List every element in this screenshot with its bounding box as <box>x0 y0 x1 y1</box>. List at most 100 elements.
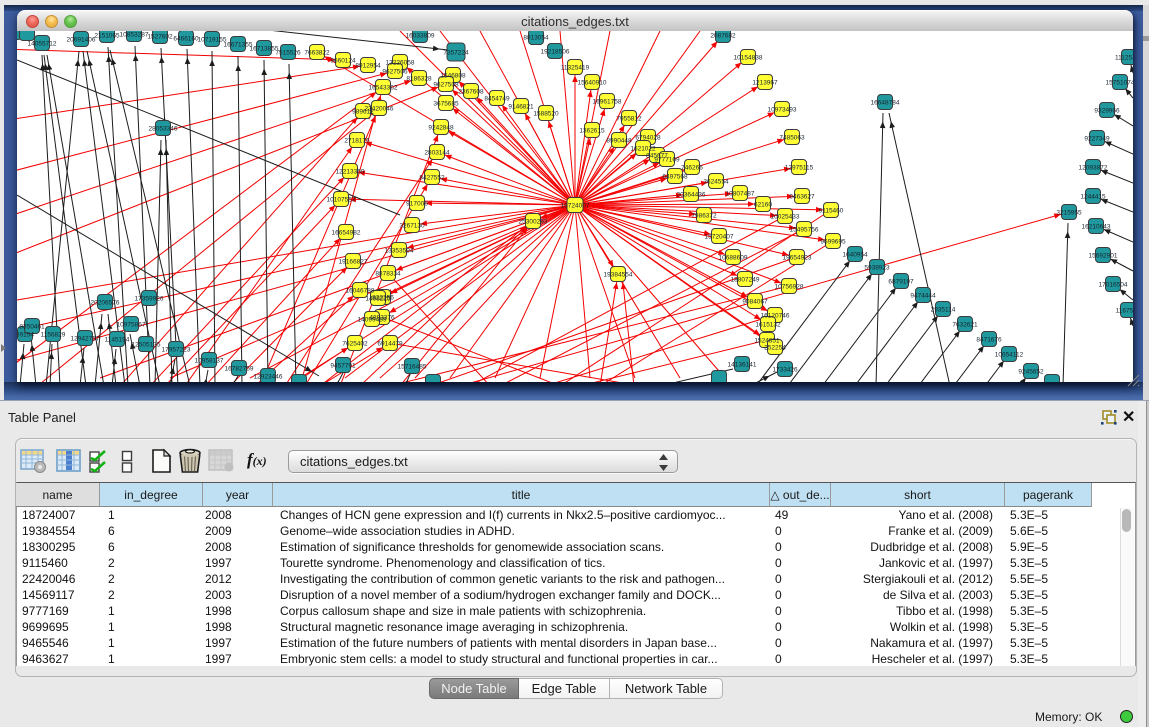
svg-text:9457791: 9457791 <box>330 363 356 370</box>
svg-text:2151065: 2151065 <box>94 33 120 40</box>
svg-text:6879197: 6879197 <box>888 279 914 286</box>
svg-text:9777169: 9777169 <box>654 157 680 164</box>
svg-text:917006: 917006 <box>406 201 428 208</box>
svg-text:16543362: 16543362 <box>369 85 398 92</box>
svg-text:2935114: 2935114 <box>931 307 956 314</box>
svg-text:14099489: 14099489 <box>358 317 387 324</box>
svg-text:2367608: 2367608 <box>458 89 484 96</box>
svg-text:14136141: 14136141 <box>728 362 757 369</box>
svg-text:19654923: 19654923 <box>783 255 812 262</box>
svg-text:6794028: 6794028 <box>635 135 661 142</box>
svg-text:1362615: 1362615 <box>579 128 605 135</box>
svg-text:1213967: 1213967 <box>752 80 778 87</box>
svg-text:1156829: 1156829 <box>41 332 66 339</box>
svg-text:10654112: 10654112 <box>995 352 1024 359</box>
svg-text:1145194: 1145194 <box>105 337 130 344</box>
svg-text:2087682: 2087682 <box>710 33 736 40</box>
svg-text:10756928: 10756928 <box>775 284 804 291</box>
svg-text:15716485: 15716485 <box>398 364 427 371</box>
svg-text:2718176: 2718176 <box>344 138 370 145</box>
svg-text:16782759: 16782759 <box>225 366 254 373</box>
svg-text:10719155: 10719155 <box>198 37 227 44</box>
svg-text:6914479: 6914479 <box>377 341 403 348</box>
svg-text:1733426: 1733426 <box>772 367 798 374</box>
svg-text:1615132: 1615132 <box>755 322 781 329</box>
svg-text:10107553: 10107553 <box>327 197 356 204</box>
svg-text:16654982: 16654982 <box>332 230 361 237</box>
svg-text:16046788: 16046788 <box>346 288 375 295</box>
svg-text:5938923: 5938923 <box>864 265 890 272</box>
svg-text:3624554: 3624554 <box>703 179 729 186</box>
svg-text:8186328: 8186328 <box>406 76 432 83</box>
svg-text:1498225: 1498225 <box>365 296 391 303</box>
svg-text:12975115: 12975115 <box>785 165 814 172</box>
svg-text:9627506: 9627506 <box>382 69 408 76</box>
svg-text:10975867: 10975867 <box>117 322 146 329</box>
svg-text:9227349: 9227349 <box>1084 136 1110 143</box>
svg-text:15751074: 15751074 <box>1106 80 1133 87</box>
svg-text:7357224: 7357224 <box>443 50 469 57</box>
svg-text:16671355: 16671355 <box>224 42 253 49</box>
svg-text:12505135: 12505135 <box>132 342 161 349</box>
svg-text:19384554: 19384554 <box>604 272 633 279</box>
svg-text:11325419: 11325419 <box>561 65 590 72</box>
svg-text:1527602: 1527602 <box>147 34 173 41</box>
svg-text:15720407: 15720407 <box>705 234 734 241</box>
svg-text:3267130: 3267130 <box>399 223 425 230</box>
svg-text:7663822: 7663822 <box>304 50 330 57</box>
svg-text:8350461: 8350461 <box>19 324 45 331</box>
svg-text:8427552: 8427552 <box>419 175 445 182</box>
svg-text:9242848: 9242848 <box>428 125 454 132</box>
svg-text:25300293: 25300293 <box>519 219 548 226</box>
svg-text:12942757: 12942757 <box>71 336 100 343</box>
svg-text:9329966: 9329966 <box>1094 108 1120 115</box>
svg-text:9463627: 9463627 <box>789 194 815 201</box>
svg-text:8912954: 8912954 <box>355 63 381 70</box>
svg-text:13353594: 13353594 <box>385 248 414 255</box>
svg-text:28053346: 28053346 <box>149 126 178 133</box>
svg-text:15495756: 15495756 <box>790 227 819 234</box>
svg-text:15692901: 15692901 <box>1089 253 1118 260</box>
svg-text:10688609: 10688609 <box>719 255 748 262</box>
svg-text:1524851: 1524851 <box>754 338 780 345</box>
svg-text:7515526: 7515526 <box>275 50 301 57</box>
svg-text:8454749: 8454749 <box>484 96 510 103</box>
svg-text:16210643: 16210643 <box>1082 224 1111 231</box>
svg-text:1546808: 1546808 <box>440 73 466 80</box>
svg-text:10973493: 10973493 <box>768 107 797 114</box>
svg-text:62160: 62160 <box>754 202 772 209</box>
svg-text:8471676: 8471676 <box>976 337 1002 344</box>
svg-text:8813054: 8813054 <box>523 35 549 42</box>
svg-text:16120746: 16120746 <box>761 313 790 320</box>
svg-text:11125338: 11125338 <box>1115 55 1133 62</box>
svg-text:19166827: 19166827 <box>339 259 368 266</box>
svg-text:252254: 252254 <box>764 345 786 352</box>
svg-text:16961758: 16961758 <box>593 99 622 106</box>
svg-text:10807487: 10807487 <box>726 191 755 198</box>
svg-text:7485063: 7485063 <box>779 135 805 142</box>
svg-text:17957223: 17957223 <box>162 347 191 354</box>
svg-text:7632621: 7632621 <box>952 322 978 329</box>
svg-text:19218506: 19218506 <box>541 49 570 56</box>
svg-text:16648784: 16648784 <box>871 100 900 107</box>
svg-text:18807249: 18807249 <box>731 277 760 284</box>
svg-text:2803144: 2803144 <box>424 150 450 157</box>
svg-text:18724007: 18724007 <box>561 203 590 210</box>
svg-text:23420046: 23420046 <box>365 106 394 113</box>
svg-text:17359926: 17359926 <box>135 296 164 303</box>
svg-text:1640954: 1640954 <box>842 252 868 259</box>
svg-text:9084067: 9084067 <box>742 299 768 306</box>
svg-text:1167533: 1167533 <box>1116 308 1133 315</box>
svg-text:12093872: 12093872 <box>1079 165 1108 172</box>
svg-text:9115460: 9115460 <box>819 208 844 215</box>
svg-text:20206576: 20206576 <box>91 300 120 307</box>
svg-text:14055712: 14055712 <box>28 41 57 48</box>
svg-text:9660124: 9660124 <box>330 58 356 65</box>
svg-text:10025433: 10025433 <box>771 214 800 221</box>
svg-text:7955812: 7955812 <box>616 116 642 123</box>
svg-text:10853287: 10853287 <box>120 32 149 39</box>
svg-text:9627508: 9627508 <box>433 82 459 89</box>
svg-text:12213369: 12213369 <box>336 169 365 176</box>
svg-text:9474444: 9474444 <box>910 293 936 300</box>
svg-text:3675685: 3675685 <box>433 101 459 108</box>
